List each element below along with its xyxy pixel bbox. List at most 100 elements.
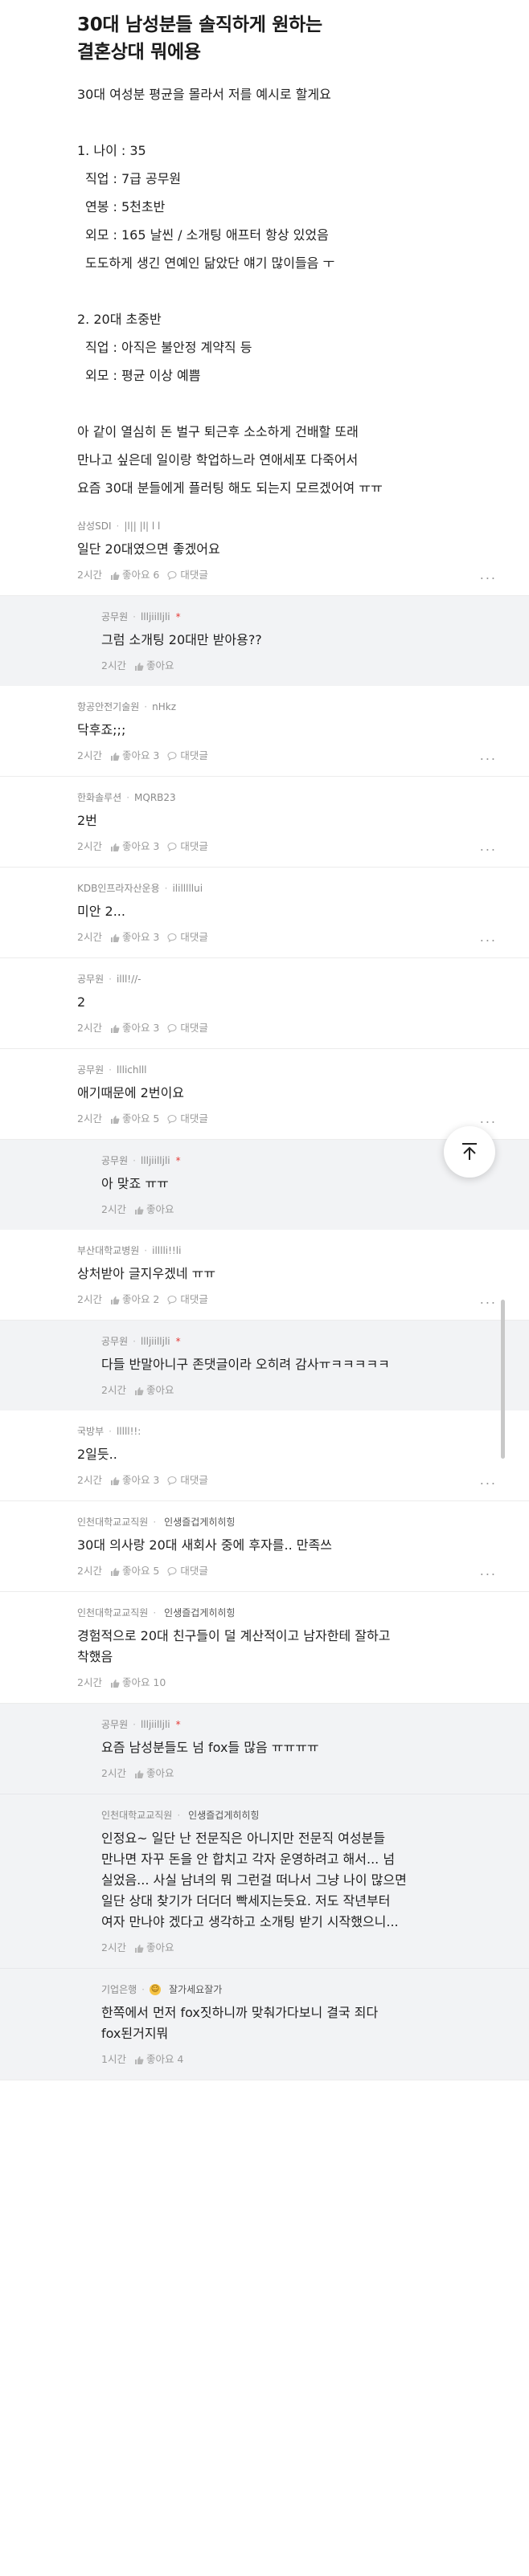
comment-nickname[interactable]: llljiilljli	[141, 1718, 170, 1731]
post-line: 직업 : 아직은 불안정 계약직 등	[85, 340, 252, 355]
thumbs-up-icon	[110, 1024, 120, 1033]
comment-text-line: 일단 상대 찾기가 더더더 빡세지는듯요. 저도 작년부터	[101, 1893, 391, 1909]
reply-button[interactable]: 대댓글	[167, 1473, 208, 1488]
post-line: 도도하게 생긴 연예인 닮았단 얘기 많이들음 ㅜ	[85, 255, 335, 271]
reply-label: 대댓글	[180, 1565, 208, 1577]
like-label: 좋아요 3	[121, 1474, 160, 1486]
like-button[interactable]: 좋아요 5	[110, 1564, 159, 1578]
reply-label: 대댓글	[180, 840, 208, 852]
post-body: 30대 여성분 평균을 몰라서 저를 예시로 할게요 1. 나이 : 35 직업…	[77, 80, 452, 502]
comment-nickname[interactable]: |l|| |l| l l	[124, 520, 160, 533]
like-button[interactable]: 좋아요	[134, 1202, 174, 1217]
comment-text-line: 인정요~ 일단 난 전문직은 아니지만 전문직 여성분들	[101, 1831, 386, 1846]
comment-company: 인천대학교교직원	[77, 1517, 149, 1528]
like-label: 좋아요 4	[146, 2053, 184, 2065]
comment-nickname[interactable]: 잘가세요잘가	[166, 1983, 222, 1996]
comment-nickname[interactable]: illl!//-	[117, 973, 141, 986]
comment-nickname[interactable]: 인생즐겁게히히힝	[161, 1606, 235, 1619]
more-options-icon[interactable]: ...	[480, 1472, 497, 1488]
more-options-icon[interactable]: ...	[480, 839, 497, 854]
comment-nickname[interactable]: MQRB23	[134, 791, 176, 804]
comment-list: 삼성SDI · |l|| |l| l l 일단 20대였으면 좋겠어요 2시간 좋아…	[0, 505, 529, 2080]
comment-nickname[interactable]: nHkz	[152, 700, 176, 713]
comment-text: 일단 20대였으면 좋겠어요	[77, 541, 220, 557]
reply-bubble-icon	[167, 1023, 177, 1033]
thumbs-up-icon	[110, 571, 120, 580]
comment: 공무원 · illl!//- 2 2시간 좋아요 3 대댓글	[0, 958, 529, 1049]
more-options-icon[interactable]: ...	[480, 748, 497, 763]
reply-label: 대댓글	[180, 1293, 208, 1305]
like-button[interactable]: 좋아요 6	[110, 568, 159, 582]
comment-nickname[interactable]: 인생즐겁게히히힝	[161, 1516, 235, 1529]
reply-bubble-icon	[167, 933, 177, 942]
scrollbar-thumb[interactable]	[501, 1300, 505, 1459]
like-button[interactable]: 좋아요	[134, 1766, 174, 1781]
post-line: 1. 나이 : 35	[77, 143, 146, 158]
comment-company: 한화솔루션	[77, 792, 122, 803]
like-button[interactable]: 좋아요 3	[110, 839, 159, 854]
comment-nickname[interactable]: ililllllui	[172, 882, 203, 895]
comment-time: 2시간	[77, 931, 102, 943]
like-button[interactable]: 좋아요 4	[134, 2052, 183, 2067]
reply-button[interactable]: 대댓글	[167, 568, 208, 582]
like-button[interactable]: 좋아요	[134, 659, 174, 673]
reply-thread: 공무원 · llljiilljli * 요즘 남성분들도 넘 fox들 많음 ㅠㅠㅠㅠ…	[0, 1704, 529, 2080]
comment-nickname[interactable]: lllll!!:	[117, 1425, 141, 1438]
comment-nickname[interactable]: llljiilljli	[141, 1335, 170, 1348]
comment-text: 애기때문에 2번이요	[77, 1085, 185, 1100]
like-button[interactable]: 좋아요 2	[110, 1292, 159, 1307]
comment-company: 삼성SDI	[77, 521, 112, 532]
like-button[interactable]: 좋아요	[134, 1941, 174, 1955]
like-button[interactable]: 좋아요 10	[110, 1676, 166, 1690]
comment-text: 아 맞죠 ㅠㅠ	[101, 1176, 169, 1191]
thumbs-up-icon	[134, 2055, 144, 2064]
reply-button[interactable]: 대댓글	[167, 839, 208, 854]
comment-text: 다들 반말아니구 존댓글이라 오히려 감사ㅠㅋㅋㅋㅋㅋ	[101, 1357, 390, 1372]
comment-company: 공무원	[77, 974, 105, 985]
comment-nickname[interactable]: illlli!!li	[152, 1244, 181, 1257]
comment: 인천대학교교직원 · 인생즐겁게히히힝 30대 의사랑 20대 새회사 중에 후자를…	[0, 1501, 529, 1592]
more-options-icon[interactable]: ...	[480, 1292, 497, 1307]
more-options-icon[interactable]: ...	[480, 1111, 497, 1126]
reply-button[interactable]: 대댓글	[167, 1021, 208, 1035]
like-button[interactable]: 좋아요 3	[110, 749, 159, 763]
like-button[interactable]: 좋아요	[134, 1383, 174, 1398]
thumbs-up-icon	[110, 1296, 120, 1304]
smiley-badge-icon: ☺	[150, 1984, 161, 1995]
comment-company: 항공안전기술원	[77, 701, 140, 712]
reply-label: 대댓글	[180, 569, 208, 581]
thumbs-up-icon	[110, 1567, 120, 1576]
author-mark: *	[175, 1719, 181, 1730]
like-button[interactable]: 좋아요 3	[110, 1021, 159, 1035]
post-title: 30대 남성분들 솔직하게 원하는 결혼상대 뭐에용	[77, 11, 452, 66]
like-button[interactable]: 좋아요 3	[110, 930, 159, 945]
like-label: 좋아요 6	[121, 569, 160, 581]
reply-button[interactable]: 대댓글	[167, 1292, 208, 1307]
comment-text: 한쪽에서 먼저 fox짓하니까 맞춰가다보니 결국 죄다 fox된거지뭐	[101, 2002, 471, 2044]
more-options-icon[interactable]: ...	[480, 1563, 497, 1578]
comment-nickname[interactable]: lllichlll	[117, 1063, 147, 1076]
comment-company: 공무원	[101, 611, 129, 623]
like-label: 좋아요 3	[121, 931, 160, 943]
comment-text: 30대 의사랑 20대 새회사 중에 후자를.. 만족쓰	[77, 1537, 332, 1553]
thumbs-up-icon	[134, 1944, 144, 1953]
more-options-icon[interactable]: ...	[480, 929, 497, 945]
comment-time: 2시간	[77, 1293, 102, 1305]
like-label: 좋아요 5	[121, 1112, 160, 1125]
comment-nickname[interactable]: llljiilljli	[141, 1154, 170, 1167]
more-options-icon[interactable]: ...	[480, 567, 497, 582]
comment-time: 2시간	[77, 1474, 102, 1486]
reply-bubble-icon	[167, 1476, 177, 1485]
scroll-to-top-button[interactable]	[444, 1126, 495, 1178]
reply-button[interactable]: 대댓글	[167, 749, 208, 763]
like-button[interactable]: 좋아요 5	[110, 1112, 159, 1126]
comment-nickname[interactable]: llljiilljli	[141, 610, 170, 623]
reply-button[interactable]: 대댓글	[167, 1112, 208, 1126]
reply-button[interactable]: 대댓글	[167, 1564, 208, 1578]
reply-label: 대댓글	[180, 1022, 208, 1034]
comment-company: 공무원	[101, 1719, 129, 1730]
reply-button[interactable]: 대댓글	[167, 930, 208, 945]
comment-nickname[interactable]: 인생즐겁게히히힝	[185, 1809, 259, 1822]
like-button[interactable]: 좋아요 3	[110, 1473, 159, 1488]
comment-text-line: 한쪽에서 먼저 fox짓하니까 맞춰가다보니 결국 죄다	[101, 2005, 379, 2020]
